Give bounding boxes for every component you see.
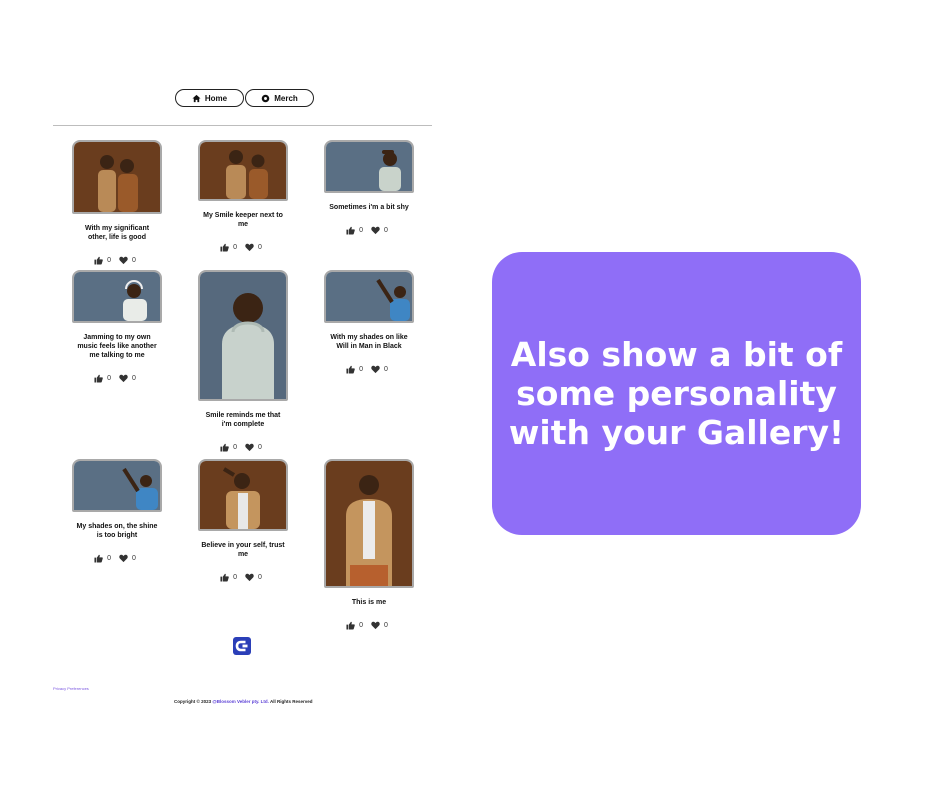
like-count: 0 (107, 375, 111, 382)
thumbs-up-icon[interactable] (94, 374, 103, 383)
thumbs-up-icon[interactable] (346, 621, 355, 630)
thumbs-up-icon[interactable] (220, 443, 229, 452)
merch-label: Merch (274, 93, 298, 103)
like-count: 0 (233, 574, 237, 581)
like-count: 0 (107, 555, 111, 562)
heart-icon[interactable] (371, 365, 380, 374)
brand-logo-icon[interactable] (233, 637, 251, 655)
heart-icon[interactable] (245, 443, 254, 452)
heart-icon[interactable] (245, 573, 254, 582)
gallery-photo[interactable] (324, 140, 414, 193)
reaction-bar: 0 0 (72, 554, 162, 563)
gallery-photo[interactable] (72, 270, 162, 323)
home-button[interactable]: Home (175, 89, 244, 107)
gallery-photo[interactable] (72, 140, 162, 214)
heart-icon[interactable] (119, 374, 128, 383)
thumbs-up-icon[interactable] (94, 256, 103, 265)
reaction-bar: 0 0 (198, 573, 288, 582)
photo-caption: With my shades on like Will in Man in Bl… (330, 334, 408, 350)
gallery-card: Jamming to my own music feels like anoth… (72, 270, 162, 383)
promo-banner: Also show a bit of some personality with… (492, 252, 861, 535)
heart-count: 0 (258, 574, 262, 581)
nav-divider (53, 125, 432, 126)
gallery-card: This is me 0 0 (324, 459, 414, 630)
home-icon (192, 94, 201, 102)
thumbs-up-icon[interactable] (94, 554, 103, 563)
thumbs-up-icon[interactable] (220, 573, 229, 582)
heart-icon[interactable] (119, 256, 128, 265)
merch-button[interactable]: Merch (245, 89, 314, 107)
heart-count: 0 (384, 227, 388, 234)
gallery-card: With my shades on like Will in Man in Bl… (324, 270, 414, 374)
gallery-photo[interactable] (324, 270, 414, 323)
photo-caption: Smile reminds me that i'm complete (205, 412, 281, 428)
reaction-bar: 0 0 (72, 256, 162, 265)
gallery-photo[interactable] (324, 459, 414, 588)
gallery-card: Sometimes i'm a bit shy 0 0 (324, 140, 414, 235)
like-count: 0 (233, 444, 237, 451)
company-link[interactable]: @Blossom Vebler pty. Ltd. (212, 699, 269, 704)
copyright-prefix: Copyright © 2023 (174, 699, 212, 704)
like-count: 0 (359, 366, 363, 373)
gallery-photo[interactable] (198, 270, 288, 401)
photo-caption: Believe in your self, trust me (201, 542, 285, 558)
like-count: 0 (359, 227, 363, 234)
heart-count: 0 (132, 257, 136, 264)
photo-caption: This is me (351, 599, 387, 606)
heart-count: 0 (132, 375, 136, 382)
photo-caption: My shades on, the shine is too bright (76, 523, 158, 539)
heart-icon[interactable] (119, 554, 128, 563)
heart-count: 0 (132, 555, 136, 562)
copyright-suffix: All Rights Reserved (270, 699, 313, 704)
gallery-photo[interactable] (198, 459, 288, 531)
heart-count: 0 (384, 366, 388, 373)
photo-caption: Sometimes i'm a bit shy (329, 204, 409, 211)
heart-icon[interactable] (245, 243, 254, 252)
heart-icon[interactable] (371, 226, 380, 235)
reaction-bar: 0 0 (324, 365, 414, 374)
copyright-text: Copyright © 2023 @Blossom Vebler pty. Lt… (174, 699, 313, 704)
gallery-photo[interactable] (198, 140, 288, 201)
merch-icon (261, 94, 270, 102)
reaction-bar: 0 0 (324, 226, 414, 235)
heart-count: 0 (384, 622, 388, 629)
home-label: Home (204, 93, 228, 103)
like-count: 0 (233, 244, 237, 251)
top-nav: Home Merch (175, 89, 314, 107)
thumbs-up-icon[interactable] (346, 365, 355, 374)
heart-count: 0 (258, 244, 262, 251)
heart-count: 0 (258, 444, 262, 451)
gallery-card: Smile reminds me that i'm complete 0 0 (198, 270, 288, 452)
privacy-preferences-link[interactable]: Privacy Preferences (53, 686, 89, 691)
reaction-bar: 0 0 (324, 621, 414, 630)
like-count: 0 (107, 257, 111, 264)
reaction-bar: 0 0 (72, 374, 162, 383)
photo-caption: With my significant other, life is good (84, 225, 150, 241)
photo-caption: My Smile keeper next to me (203, 212, 283, 228)
thumbs-up-icon[interactable] (220, 243, 229, 252)
like-count: 0 (359, 622, 363, 629)
reaction-bar: 0 0 (198, 443, 288, 452)
promo-text: Also show a bit of some personality with… (508, 335, 845, 452)
photo-caption: Jamming to my own music feels like anoth… (77, 334, 157, 359)
gallery-card: With my significant other, life is good … (72, 140, 162, 265)
gallery-card: Believe in your self, trust me 0 0 (198, 459, 288, 582)
reaction-bar: 0 0 (198, 243, 288, 252)
gallery-card: My Smile keeper next to me 0 0 (198, 140, 288, 252)
gallery-photo[interactable] (72, 459, 162, 512)
thumbs-up-icon[interactable] (346, 226, 355, 235)
gallery-card: My shades on, the shine is too bright 0 … (72, 459, 162, 563)
heart-icon[interactable] (371, 621, 380, 630)
